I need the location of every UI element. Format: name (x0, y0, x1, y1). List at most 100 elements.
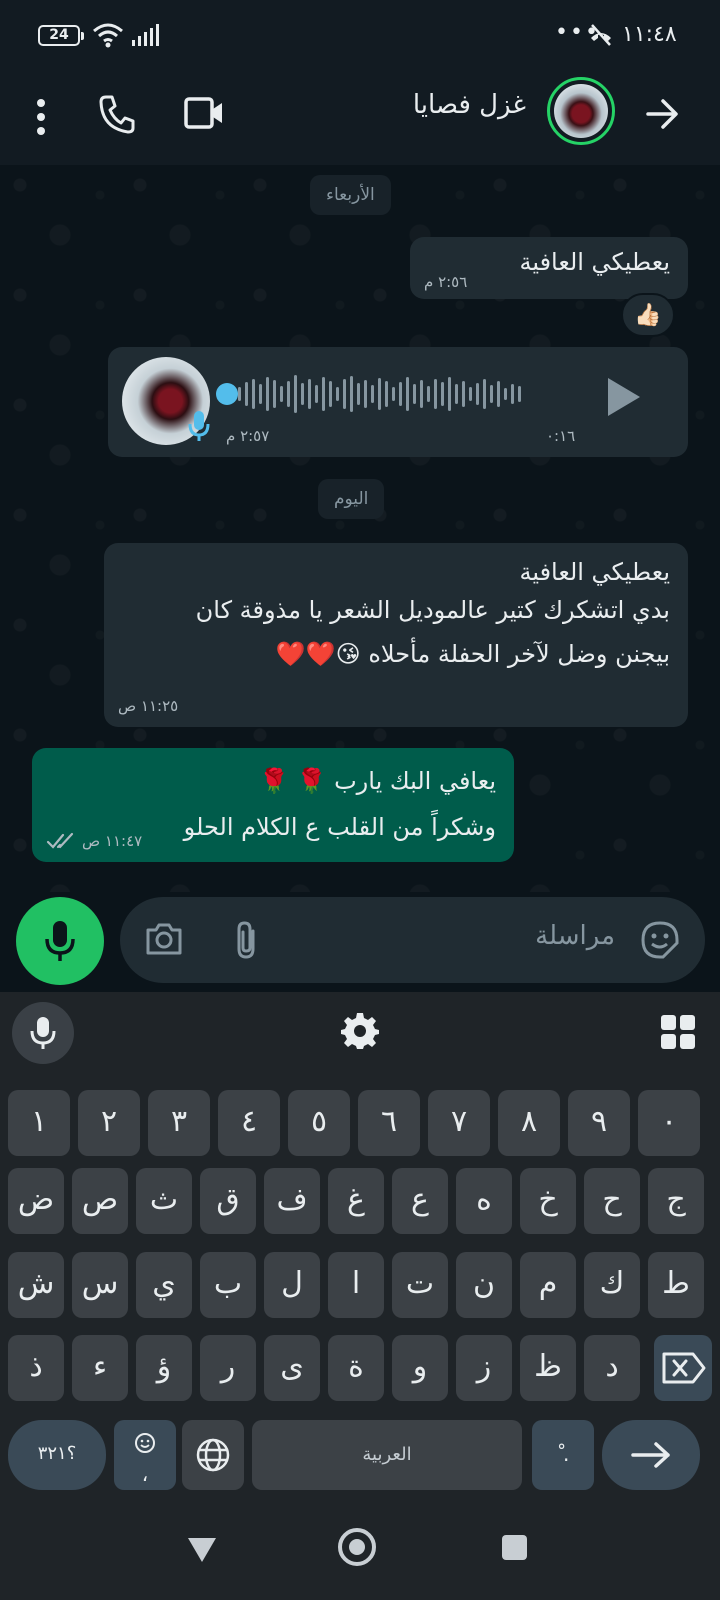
key[interactable]: ق (200, 1168, 256, 1234)
key[interactable]: ٠ (638, 1090, 700, 1156)
message-line: يعطيكي العافية (519, 558, 670, 586)
incoming-message[interactable]: يعطيكي العافية ٢:٥٦ م (410, 237, 688, 299)
comma-label: ، (141, 1462, 149, 1486)
attachment-icon[interactable] (232, 919, 262, 961)
symbols-key[interactable]: ؟٣٢١ (8, 1420, 106, 1490)
key[interactable]: ؤ (136, 1335, 192, 1401)
key[interactable]: ي (136, 1252, 192, 1318)
enter-key[interactable] (602, 1420, 700, 1490)
home-button[interactable] (338, 1528, 376, 1566)
recent-apps-button[interactable] (502, 1535, 527, 1560)
key[interactable]: ل (264, 1252, 320, 1318)
play-icon[interactable] (604, 375, 644, 419)
key[interactable]: ٥ (288, 1090, 350, 1156)
key[interactable]: ن (456, 1252, 512, 1318)
enter-arrow-icon (631, 1442, 670, 1468)
key[interactable]: ث (136, 1168, 192, 1234)
message-reaction[interactable]: 👍🏻 (621, 293, 675, 337)
voice-waveform[interactable] (238, 373, 568, 415)
key[interactable]: ر (200, 1335, 256, 1401)
contact-avatar[interactable] (547, 77, 615, 145)
space-bar[interactable]: العربية (252, 1420, 522, 1490)
keyboard-voice-input-button[interactable] (12, 1002, 74, 1064)
key[interactable]: ذ (8, 1335, 64, 1401)
key[interactable]: ٧ (428, 1090, 490, 1156)
message-line: بيجنن وضل لآخر الحفلة مأحلاه 😘❤️❤️ (275, 640, 670, 668)
message-time: ٢:٥٦ م (424, 273, 468, 291)
video-call-icon[interactable] (184, 96, 224, 130)
key[interactable]: ٢ (78, 1090, 140, 1156)
playback-position-dot[interactable] (216, 383, 238, 405)
key[interactable]: ش (8, 1252, 64, 1318)
key[interactable]: ى (264, 1335, 320, 1401)
chat-area[interactable]: الأربعاء يعطيكي العافية ٢:٥٦ م 👍🏻 ٠:١٦ ٢… (0, 165, 720, 892)
voice-message[interactable]: ٠:١٦ ٢:٥٧ م (108, 347, 688, 457)
key[interactable]: ف (264, 1168, 320, 1234)
key[interactable]: ك (584, 1252, 640, 1318)
backspace-key[interactable] (654, 1335, 712, 1401)
read-receipt-icon (46, 832, 74, 849)
outgoing-message[interactable]: يعافي البك يارب 🌹 🌹 وشكراً من القلب ع ال… (32, 748, 514, 862)
key[interactable]: ض (8, 1168, 64, 1234)
incoming-message[interactable]: يعطيكي العافية بدي اتشكرك كتير عالموديل … (104, 543, 688, 727)
chat-header: غزل فصايا (0, 70, 720, 165)
key[interactable]: ج (648, 1168, 704, 1234)
key[interactable]: د (584, 1335, 640, 1401)
message-line: وشكراً من القلب ع الكلام الحلو (183, 813, 496, 841)
back-arrow-icon[interactable] (644, 96, 680, 132)
contact-name[interactable]: غزل فصايا (413, 90, 526, 120)
key[interactable]: ٣ (148, 1090, 210, 1156)
emoji-key[interactable]: ، (114, 1420, 176, 1490)
language-key[interactable] (182, 1420, 244, 1490)
key[interactable]: ا (328, 1252, 384, 1318)
back-triangle-icon[interactable] (187, 1537, 217, 1563)
key[interactable]: ء (72, 1335, 128, 1401)
key[interactable]: س (72, 1252, 128, 1318)
key[interactable]: ص (72, 1168, 128, 1234)
key[interactable]: ظ (520, 1335, 576, 1401)
key[interactable]: ٩ (568, 1090, 630, 1156)
voice-record-button[interactable] (16, 897, 104, 985)
key[interactable]: غ (328, 1168, 384, 1234)
message-time: ١١:٤٧ ص (82, 832, 143, 850)
message-time: ٢:٥٧ م (226, 427, 270, 445)
message-input[interactable]: مراسلة (535, 921, 615, 951)
period-key[interactable]: ْ . (532, 1420, 594, 1490)
key[interactable]: ط (648, 1252, 704, 1318)
voice-call-icon[interactable] (98, 94, 136, 134)
call-muted-icon (591, 24, 611, 46)
microphone-icon (45, 921, 75, 961)
message-time: ١١:٢٥ ص (118, 697, 179, 715)
key[interactable]: ه (456, 1168, 512, 1234)
message-compose-bar: مراسلة (120, 897, 705, 983)
key[interactable]: ة (328, 1335, 384, 1401)
message-line: بدي اتشكرك كتير عالموديل الشعر يا مذوقة … (195, 596, 670, 624)
key[interactable]: ع (392, 1168, 448, 1234)
clock: ١١:٤٨ (622, 22, 677, 47)
voice-duration: ٠:١٦ (546, 427, 576, 445)
key[interactable]: و (392, 1335, 448, 1401)
key[interactable]: خ (520, 1168, 576, 1234)
sticker-icon[interactable] (641, 921, 679, 959)
key[interactable]: ز (456, 1335, 512, 1401)
key[interactable]: ب (200, 1252, 256, 1318)
wifi-icon (93, 23, 123, 48)
more-options-icon[interactable] (26, 94, 56, 140)
battery-icon: 24 (38, 25, 84, 46)
key[interactable]: ١ (8, 1090, 70, 1156)
date-separator: الأربعاء (310, 175, 391, 215)
apps-grid-icon[interactable] (660, 1014, 696, 1050)
key[interactable]: ح (584, 1168, 640, 1234)
keyboard: ١ ٢ ٣ ٤ ٥ ٦ ٧ ٨ ٩ ٠ ض ص ث ق ف غ ع ه خ ح … (0, 992, 720, 1502)
key[interactable]: ت (392, 1252, 448, 1318)
key[interactable]: م (520, 1252, 576, 1318)
settings-gear-icon[interactable] (341, 1011, 379, 1049)
key[interactable]: ٦ (358, 1090, 420, 1156)
key[interactable]: ٨ (498, 1090, 560, 1156)
key[interactable]: ٤ (218, 1090, 280, 1156)
message-text: يعطيكي العافية (519, 248, 670, 276)
camera-icon[interactable] (144, 921, 184, 957)
signal-icon (132, 24, 159, 46)
keyboard-toolbar (0, 992, 720, 1074)
microphone-icon (188, 411, 210, 441)
